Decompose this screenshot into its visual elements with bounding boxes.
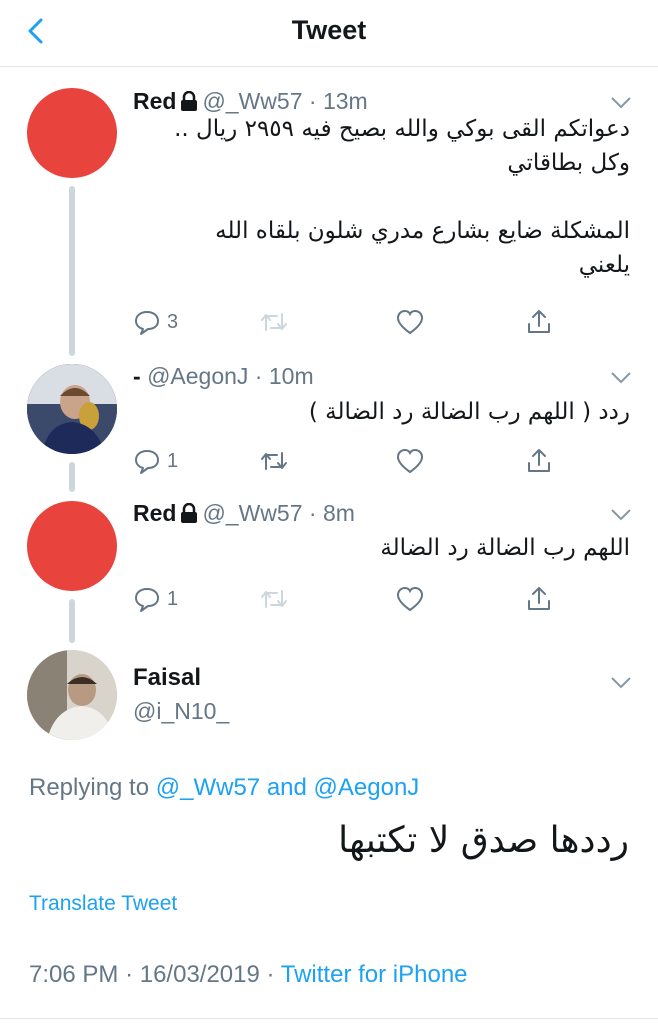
reply-button[interactable]: 1 [133, 447, 178, 475]
handle[interactable]: @i_N10_ [133, 698, 229, 725]
source-link[interactable]: Twitter for iPhone [281, 961, 468, 988]
timestamp[interactable]: 13m [323, 88, 368, 114]
like-button[interactable] [395, 447, 425, 475]
avatar[interactable] [27, 650, 117, 740]
avatar[interactable] [27, 501, 117, 591]
reply-count: 1 [167, 449, 179, 472]
translate-tweet-link[interactable]: Translate Tweet [29, 892, 177, 916]
timestamp[interactable]: 8m [323, 500, 355, 526]
tweet-text-line: اللهم رب الضالة رد الضالة [380, 535, 630, 561]
tweet-date: 16/03/2019 [139, 961, 260, 988]
chevron-down-icon[interactable] [610, 508, 632, 522]
retweet-button[interactable] [259, 308, 289, 336]
tweet-text: دعواتكم القى بوكي والله بصيح فيه ٢٩٥٩ ري… [130, 112, 630, 282]
tweet-actions: 1 [133, 585, 563, 615]
reply-count: 1 [167, 587, 179, 610]
display-name[interactable]: Red [133, 88, 176, 114]
page-title: Tweet [291, 15, 367, 45]
lock-icon [181, 503, 198, 523]
replying-prefix: Replying to [29, 774, 150, 801]
share-button[interactable] [525, 447, 553, 475]
reply-button[interactable]: 1 [133, 585, 178, 613]
chevron-down-icon[interactable] [610, 96, 632, 110]
tweet-text-line: وكل بطاقاتي [507, 150, 630, 176]
heart-icon [396, 448, 424, 474]
retweet-icon [261, 590, 287, 608]
share-button[interactable] [525, 585, 553, 613]
replying-to: Replying to @_Ww57 and @AegonJ [29, 774, 419, 802]
chevron-down-icon[interactable] [610, 676, 632, 690]
avatar-photo [27, 650, 117, 740]
avatar-photo [27, 364, 117, 454]
display-name[interactable]: Red [133, 500, 176, 526]
reply-icon [135, 311, 159, 335]
tweet-text: ردد ( اللهم رب الضالة رد الضالة ) [130, 395, 630, 429]
share-icon [528, 587, 550, 610]
tweet-time: 7:06 PM [29, 961, 119, 988]
tweet-text-blank [130, 180, 630, 214]
avatar[interactable] [27, 88, 117, 178]
tweet-text-line: المشكلة ضايع بشارع مدري شلون بلقاه الله [215, 218, 630, 244]
handle[interactable]: @_Ww57 [202, 88, 302, 114]
divider [0, 1018, 658, 1019]
tweet-text: اللهم رب الضالة رد الضالة [130, 531, 630, 565]
reply-count: 3 [167, 310, 179, 333]
heart-icon [396, 586, 424, 612]
mention-link[interactable]: @AegonJ [314, 774, 420, 801]
tweet-header: Red @_Ww57 · 8m [133, 500, 355, 526]
thread-line [69, 186, 75, 356]
timestamp[interactable]: 10m [269, 363, 314, 389]
display-name[interactable]: Faisal [133, 664, 201, 692]
tweet-header: - @AegonJ · 10m [133, 363, 314, 389]
reply-icon [135, 588, 159, 612]
retweet-icon [261, 313, 287, 331]
navigation-bar: Tweet [0, 0, 658, 67]
retweet-icon [261, 452, 287, 470]
lock-icon [181, 91, 198, 111]
tweet-text: رددها صدق لا تكتبها [338, 820, 629, 861]
retweet-button[interactable] [259, 585, 289, 613]
handle[interactable]: @_Ww57 [202, 500, 302, 526]
tweet-actions: 1 [133, 447, 563, 477]
handle[interactable]: @AegonJ [147, 363, 248, 389]
tweet-footer: 7:06 PM · 16/03/2019 · Twitter for iPhon… [29, 961, 468, 988]
reply-icon [135, 450, 159, 474]
tweet-text-line: دعواتكم القى بوكي والله بصيح فيه ٢٩٥٩ ري… [174, 116, 630, 142]
reply-button[interactable]: 3 [133, 308, 178, 336]
share-button[interactable] [525, 308, 553, 336]
replying-and: and [266, 774, 307, 801]
retweet-button[interactable] [259, 447, 289, 475]
tweet-text-line: ردد ( اللهم رب الضالة رد الضالة ) [308, 399, 630, 425]
thread-line [69, 599, 75, 643]
like-button[interactable] [395, 308, 425, 336]
tweet-actions: 3 [133, 308, 563, 338]
share-icon [528, 449, 550, 472]
chevron-down-icon[interactable] [610, 371, 632, 385]
tweet-header: Red @_Ww57 · 13m [133, 88, 368, 114]
mention-link[interactable]: @_Ww57 [156, 774, 260, 801]
like-button[interactable] [395, 585, 425, 613]
avatar[interactable] [27, 364, 117, 454]
tweet-text-line: يلعني [578, 252, 630, 278]
display-name[interactable]: - [133, 363, 141, 389]
share-icon [528, 310, 550, 333]
thread-line [69, 462, 75, 492]
heart-icon [396, 309, 424, 335]
